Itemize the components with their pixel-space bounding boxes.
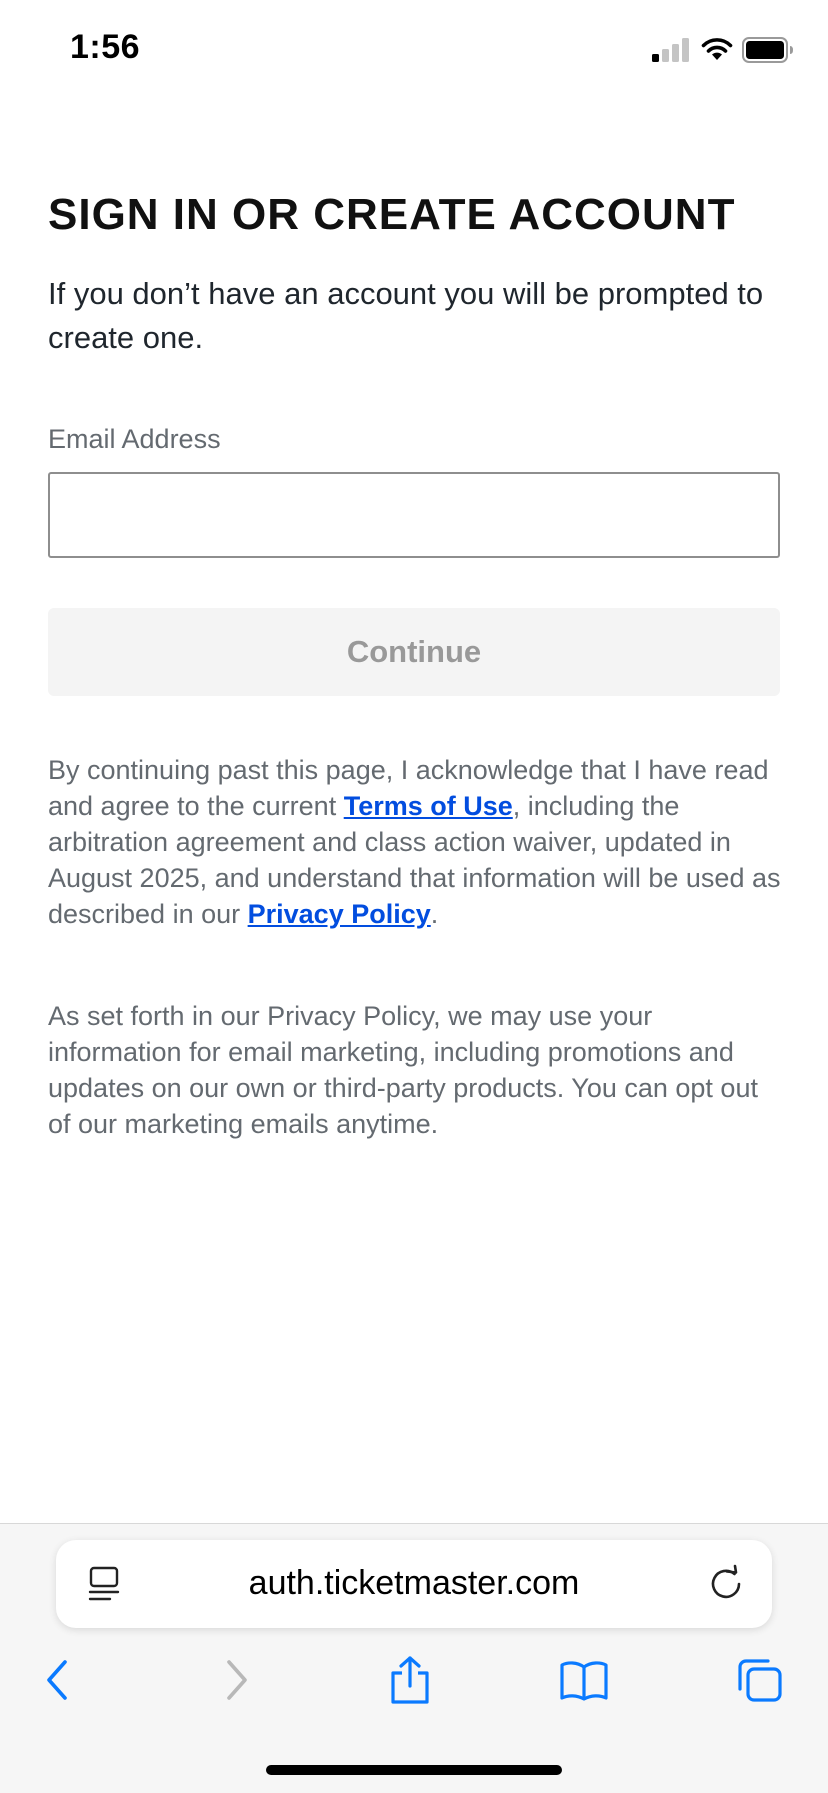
status-bar: 1:56	[0, 0, 828, 100]
address-bar[interactable]: auth.ticketmaster.com	[56, 1540, 772, 1628]
battery-icon	[742, 37, 793, 63]
legal-consent-text: By continuing past this page, I acknowle…	[48, 752, 783, 932]
terms-of-use-link[interactable]: Terms of Use	[344, 791, 513, 821]
share-icon	[391, 1656, 429, 1704]
signal-icon	[652, 38, 689, 62]
wifi-icon	[701, 38, 733, 60]
page-subtitle: If you don’t have an account you will be…	[48, 276, 764, 355]
email-field[interactable]	[48, 472, 780, 558]
tabs-icon	[738, 1659, 782, 1702]
status-time: 1:56	[70, 28, 141, 66]
privacy-policy-link[interactable]: Privacy Policy	[248, 899, 431, 929]
marketing-disclosure-text: As set forth in our Privacy Policy, we m…	[48, 1001, 758, 1139]
share-button[interactable]	[380, 1652, 440, 1708]
forward-icon	[227, 1660, 247, 1700]
reader-mode-icon[interactable]	[88, 1566, 120, 1602]
tabs-button[interactable]	[730, 1652, 790, 1708]
back-icon	[47, 1660, 67, 1700]
bookmarks-icon	[560, 1661, 608, 1701]
continue-button[interactable]: Continue	[48, 608, 780, 696]
url-text[interactable]: auth.ticketmaster.com	[146, 1564, 682, 1603]
reload-icon[interactable]	[708, 1564, 744, 1602]
back-button[interactable]	[28, 1652, 88, 1708]
home-indicator	[266, 1765, 562, 1775]
legal-text-part: .	[430, 899, 439, 929]
page-title: SIGN IN OR CREATE ACCOUNT	[48, 190, 736, 239]
forward-button[interactable]	[206, 1652, 266, 1708]
bookmarks-button[interactable]	[554, 1652, 614, 1708]
email-label: Email Address	[48, 424, 221, 454]
